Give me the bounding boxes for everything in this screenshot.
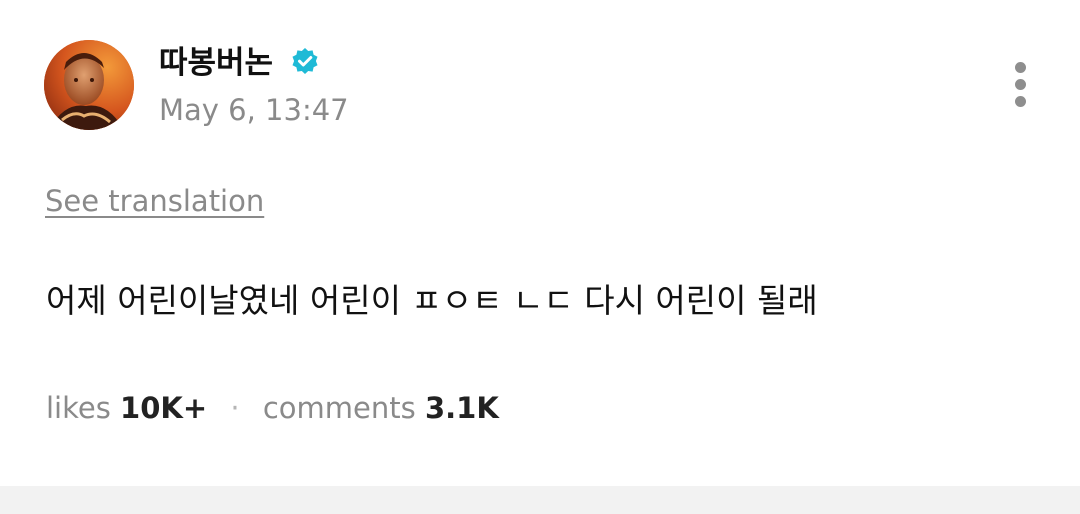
post-body-text: 어제 어린이날였네 어린이 ㅍㅇㅌ ㄴㄷ 다시 어린이 될래	[46, 281, 818, 320]
verified-badge-icon	[292, 48, 318, 74]
post-date: May 6, 13:47	[159, 93, 349, 127]
see-translation-link[interactable]: See translation	[45, 183, 264, 219]
more-options-button[interactable]	[1004, 58, 1038, 112]
section-divider	[0, 486, 1080, 514]
post-card: 따봉버논 May 6, 13:47 See translation 어제 어린이…	[0, 0, 1080, 486]
post-stats: likes 10K+ · comments 3.1K	[46, 390, 499, 426]
more-vertical-icon	[1015, 96, 1026, 107]
comments-count[interactable]: 3.1K	[425, 391, 499, 425]
stats-separator: ·	[230, 391, 240, 425]
author-name[interactable]: 따봉버논	[159, 44, 273, 82]
avatar[interactable]	[44, 40, 134, 130]
likes-count[interactable]: 10K+	[120, 391, 207, 425]
more-vertical-icon	[1015, 79, 1026, 90]
likes-label[interactable]: likes	[46, 391, 111, 425]
comments-label[interactable]: comments	[263, 391, 416, 425]
more-vertical-icon	[1015, 62, 1026, 73]
